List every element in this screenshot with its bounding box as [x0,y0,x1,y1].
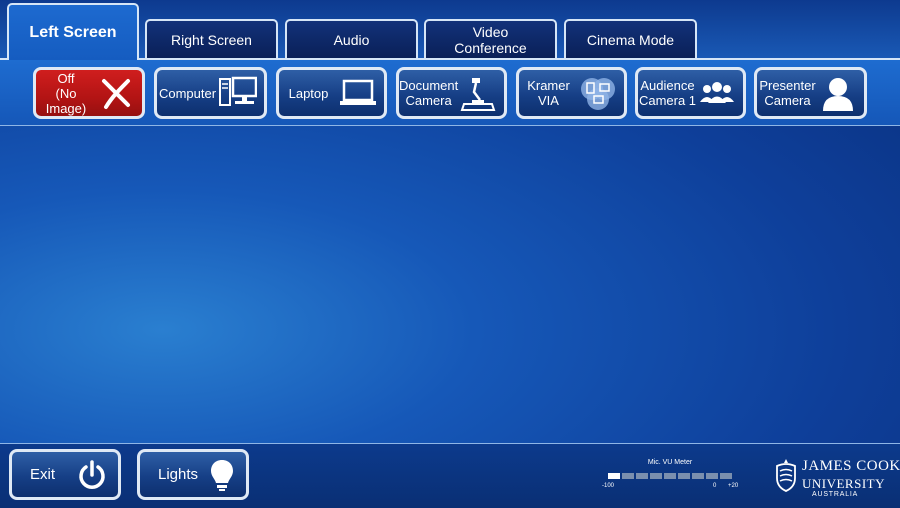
vu-zero-label: 0 [713,483,717,489]
vu-min-label: -100 [602,483,615,489]
power-icon [76,459,108,491]
x-icon [96,73,136,113]
tab-audio[interactable]: Audio [285,19,418,59]
source-kramer-via-button[interactable]: Kramer VIA [516,67,627,119]
vu-meter-segment [692,473,704,479]
vu-meter-bars [608,473,732,479]
tab-cinema-mode[interactable]: Cinema Mode [564,19,697,59]
audience-icon [697,73,737,113]
vu-meter-title: Mic. VU Meter [647,459,693,466]
bottom-bar [0,443,900,508]
vu-meter-segment [636,473,648,479]
vu-meter-segment [706,473,718,479]
lightbulb-icon [210,458,234,492]
document-camera-icon [458,73,498,113]
laptop-icon [338,73,378,113]
lights-label: Lights [158,466,199,483]
source-computer-button[interactable]: Computer [154,67,267,119]
tab-label: Left Screen [29,23,117,41]
source-label: Computer [158,85,217,101]
lights-button[interactable]: Lights [137,449,249,500]
vu-meter-segment [650,473,662,479]
logo-line-1: JAMES COOK [802,458,900,474]
source-audience-camera-button[interactable]: Audience Camera 1 [635,67,746,119]
source-label: Document Camera [399,78,459,108]
logo-line-3: AUSTRALIA [812,491,859,498]
tab-label: Video Conference [454,24,527,56]
source-document-camera-button[interactable]: Document Camera [396,67,507,119]
computer-icon [218,73,258,113]
tab-left-screen[interactable]: Left Screen [7,3,139,60]
james-cook-university-logo: JAMES COOK UNIVERSITY AUSTRALIA [772,456,900,500]
source-label: Laptop [288,85,329,101]
vu-meter-segment [678,473,690,479]
source-off-button[interactable]: Off (No Image) [33,67,145,119]
vu-meter-segment [622,473,634,479]
source-label: Kramer VIA [527,78,570,108]
tab-label: Audio [333,32,370,48]
tab-right-screen[interactable]: Right Screen [145,19,278,59]
tab-label: Right Screen [171,32,252,48]
source-label: Off (No Image) [45,70,87,116]
vu-meter-segment [664,473,676,479]
source-label: Audience Camera 1 [638,78,697,108]
vu-meter-segment [720,473,732,479]
logo-line-2: UNIVERSITY [802,476,885,491]
vu-meter-segment [608,473,620,479]
mic-vu-meter: Mic. VU Meter -100 0 +20 [598,459,743,493]
source-presenter-camera-button[interactable]: Presenter Camera [754,67,867,119]
kramer-via-icon [578,73,618,113]
presenter-icon [818,73,858,113]
main-content-area [0,126,900,443]
exit-label: Exit [30,466,56,483]
source-laptop-button[interactable]: Laptop [276,67,387,119]
tab-video-conference[interactable]: Video Conference [424,19,557,59]
exit-button[interactable]: Exit [9,449,121,500]
vu-max-label: +20 [728,483,739,489]
source-label: Presenter Camera [759,78,816,108]
tab-label: Cinema Mode [586,32,675,48]
crest-icon [776,459,796,492]
